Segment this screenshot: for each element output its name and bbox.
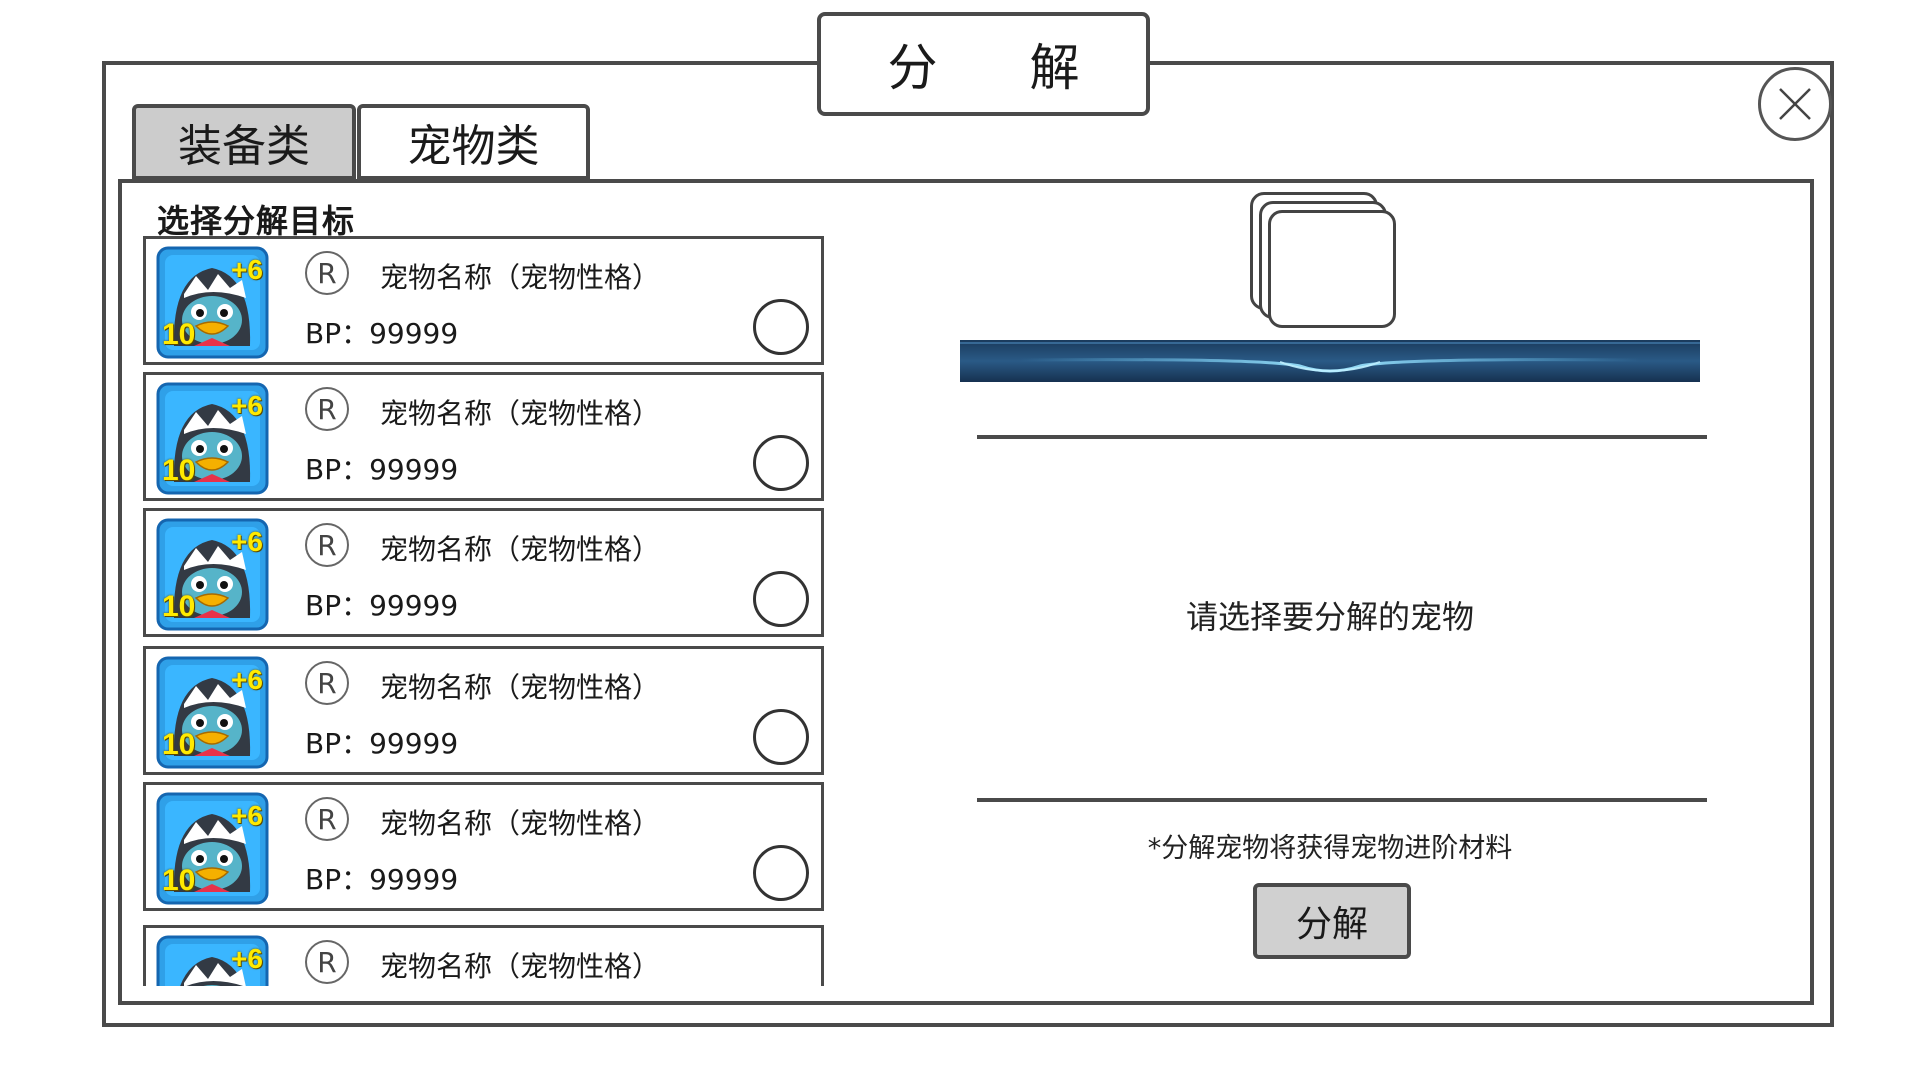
rarity-label: R (317, 802, 337, 836)
pet-list-item[interactable]: +6 10 R 宠物名称（宠物性格） BP：99999 (143, 372, 824, 501)
rarity-label: R (317, 256, 337, 290)
pet-avatar: +6 10 (156, 792, 269, 905)
select-radio[interactable] (753, 435, 809, 491)
pet-level-badge: 10 (162, 454, 196, 487)
select-radio[interactable] (753, 845, 809, 901)
rarity-badge: R (305, 797, 349, 841)
pet-name: 宠物名称（宠物性格） (380, 807, 661, 840)
pet-avatar: +6 10 (156, 246, 269, 359)
pet-name: 宠物名称（宠物性格） (380, 533, 661, 566)
enhance-level-badge: +6 (231, 526, 263, 557)
pet-list-item[interactable]: +6 10 R 宠物名称（宠物性格） BP：99999 (143, 782, 824, 911)
tab-equipment[interactable]: 装备类 (132, 104, 356, 180)
select-radio[interactable] (753, 709, 809, 765)
dialog-title: 分 解 (817, 12, 1150, 116)
select-radio[interactable] (753, 571, 809, 627)
decompose-button-label: 分解 (1295, 904, 1368, 945)
divider-bottom (977, 798, 1707, 802)
tab-equipment-label: 装备类 (178, 121, 310, 172)
rarity-label: R (317, 666, 337, 700)
pet-list-item[interactable]: +6 10 R 宠物名称（宠物性格） BP：99999 (143, 508, 824, 637)
pet-level-badge: 10 (162, 590, 196, 623)
pet-avatar: +6 10 (156, 656, 269, 769)
pet-avatar: +6 10 (156, 518, 269, 631)
selection-prompt: 请选择要分解的宠物 (1185, 598, 1474, 636)
enhance-level-badge: +6 (231, 664, 263, 695)
pet-list[interactable]: +6 10 R 宠物名称（宠物性格） BP：99999 +6 10 R 宠物名称… (143, 236, 824, 986)
rarity-badge: R (305, 523, 349, 567)
select-radio[interactable] (753, 299, 809, 355)
pet-name: 宠物名称（宠物性格） (380, 397, 661, 430)
dialog-title-text: 分 解 (887, 39, 1118, 97)
pet-list-item[interactable]: +6 10 R 宠物名称（宠物性格） BP：99999 (143, 236, 824, 365)
close-button[interactable] (1758, 67, 1832, 141)
pet-bp: BP：99999 (305, 589, 459, 622)
pet-list-item[interactable]: +6 10 R 宠物名称（宠物性格） BP：99999 (143, 925, 824, 986)
enhance-level-badge: +6 (231, 800, 263, 831)
selected-pet-slot-stack (1250, 192, 1410, 340)
pet-name: 宠物名称（宠物性格） (380, 950, 661, 983)
slot-card-front (1268, 210, 1396, 328)
enhance-level-badge: +6 (231, 390, 263, 421)
divider-top (977, 435, 1707, 439)
tab-pets[interactable]: 宠物类 (357, 104, 590, 180)
enhance-level-badge: +6 (231, 254, 263, 285)
pet-level-badge: 10 (162, 318, 196, 351)
pet-bp: BP：99999 (305, 453, 459, 486)
rarity-label: R (317, 945, 337, 979)
pet-name: 宠物名称（宠物性格） (380, 671, 661, 704)
rarity-badge: R (305, 940, 349, 984)
rarity-label: R (317, 528, 337, 562)
pet-list-item[interactable]: +6 10 R 宠物名称（宠物性格） BP：99999 (143, 646, 824, 775)
rarity-label: R (317, 392, 337, 426)
tab-pets-label: 宠物类 (407, 121, 540, 172)
decorative-banner (960, 340, 1700, 382)
pet-level-badge: 10 (162, 864, 196, 897)
pet-bp: BP：99999 (305, 317, 459, 350)
pet-name: 宠物名称（宠物性格） (380, 261, 661, 294)
pet-avatar: +6 10 (156, 935, 269, 986)
close-x-icon (1779, 88, 1811, 120)
pet-bp: BP：99999 (305, 727, 459, 760)
rarity-badge: R (305, 387, 349, 431)
pet-avatar: +6 10 (156, 382, 269, 495)
reward-hint: *分解宠物将获得宠物进阶材料 (1147, 833, 1513, 864)
enhance-level-badge: +6 (231, 943, 263, 974)
pet-bp: BP：99999 (305, 863, 459, 896)
decompose-button[interactable]: 分解 (1253, 883, 1411, 959)
rarity-badge: R (305, 251, 349, 295)
rarity-badge: R (305, 661, 349, 705)
pet-level-badge: 10 (162, 728, 196, 761)
